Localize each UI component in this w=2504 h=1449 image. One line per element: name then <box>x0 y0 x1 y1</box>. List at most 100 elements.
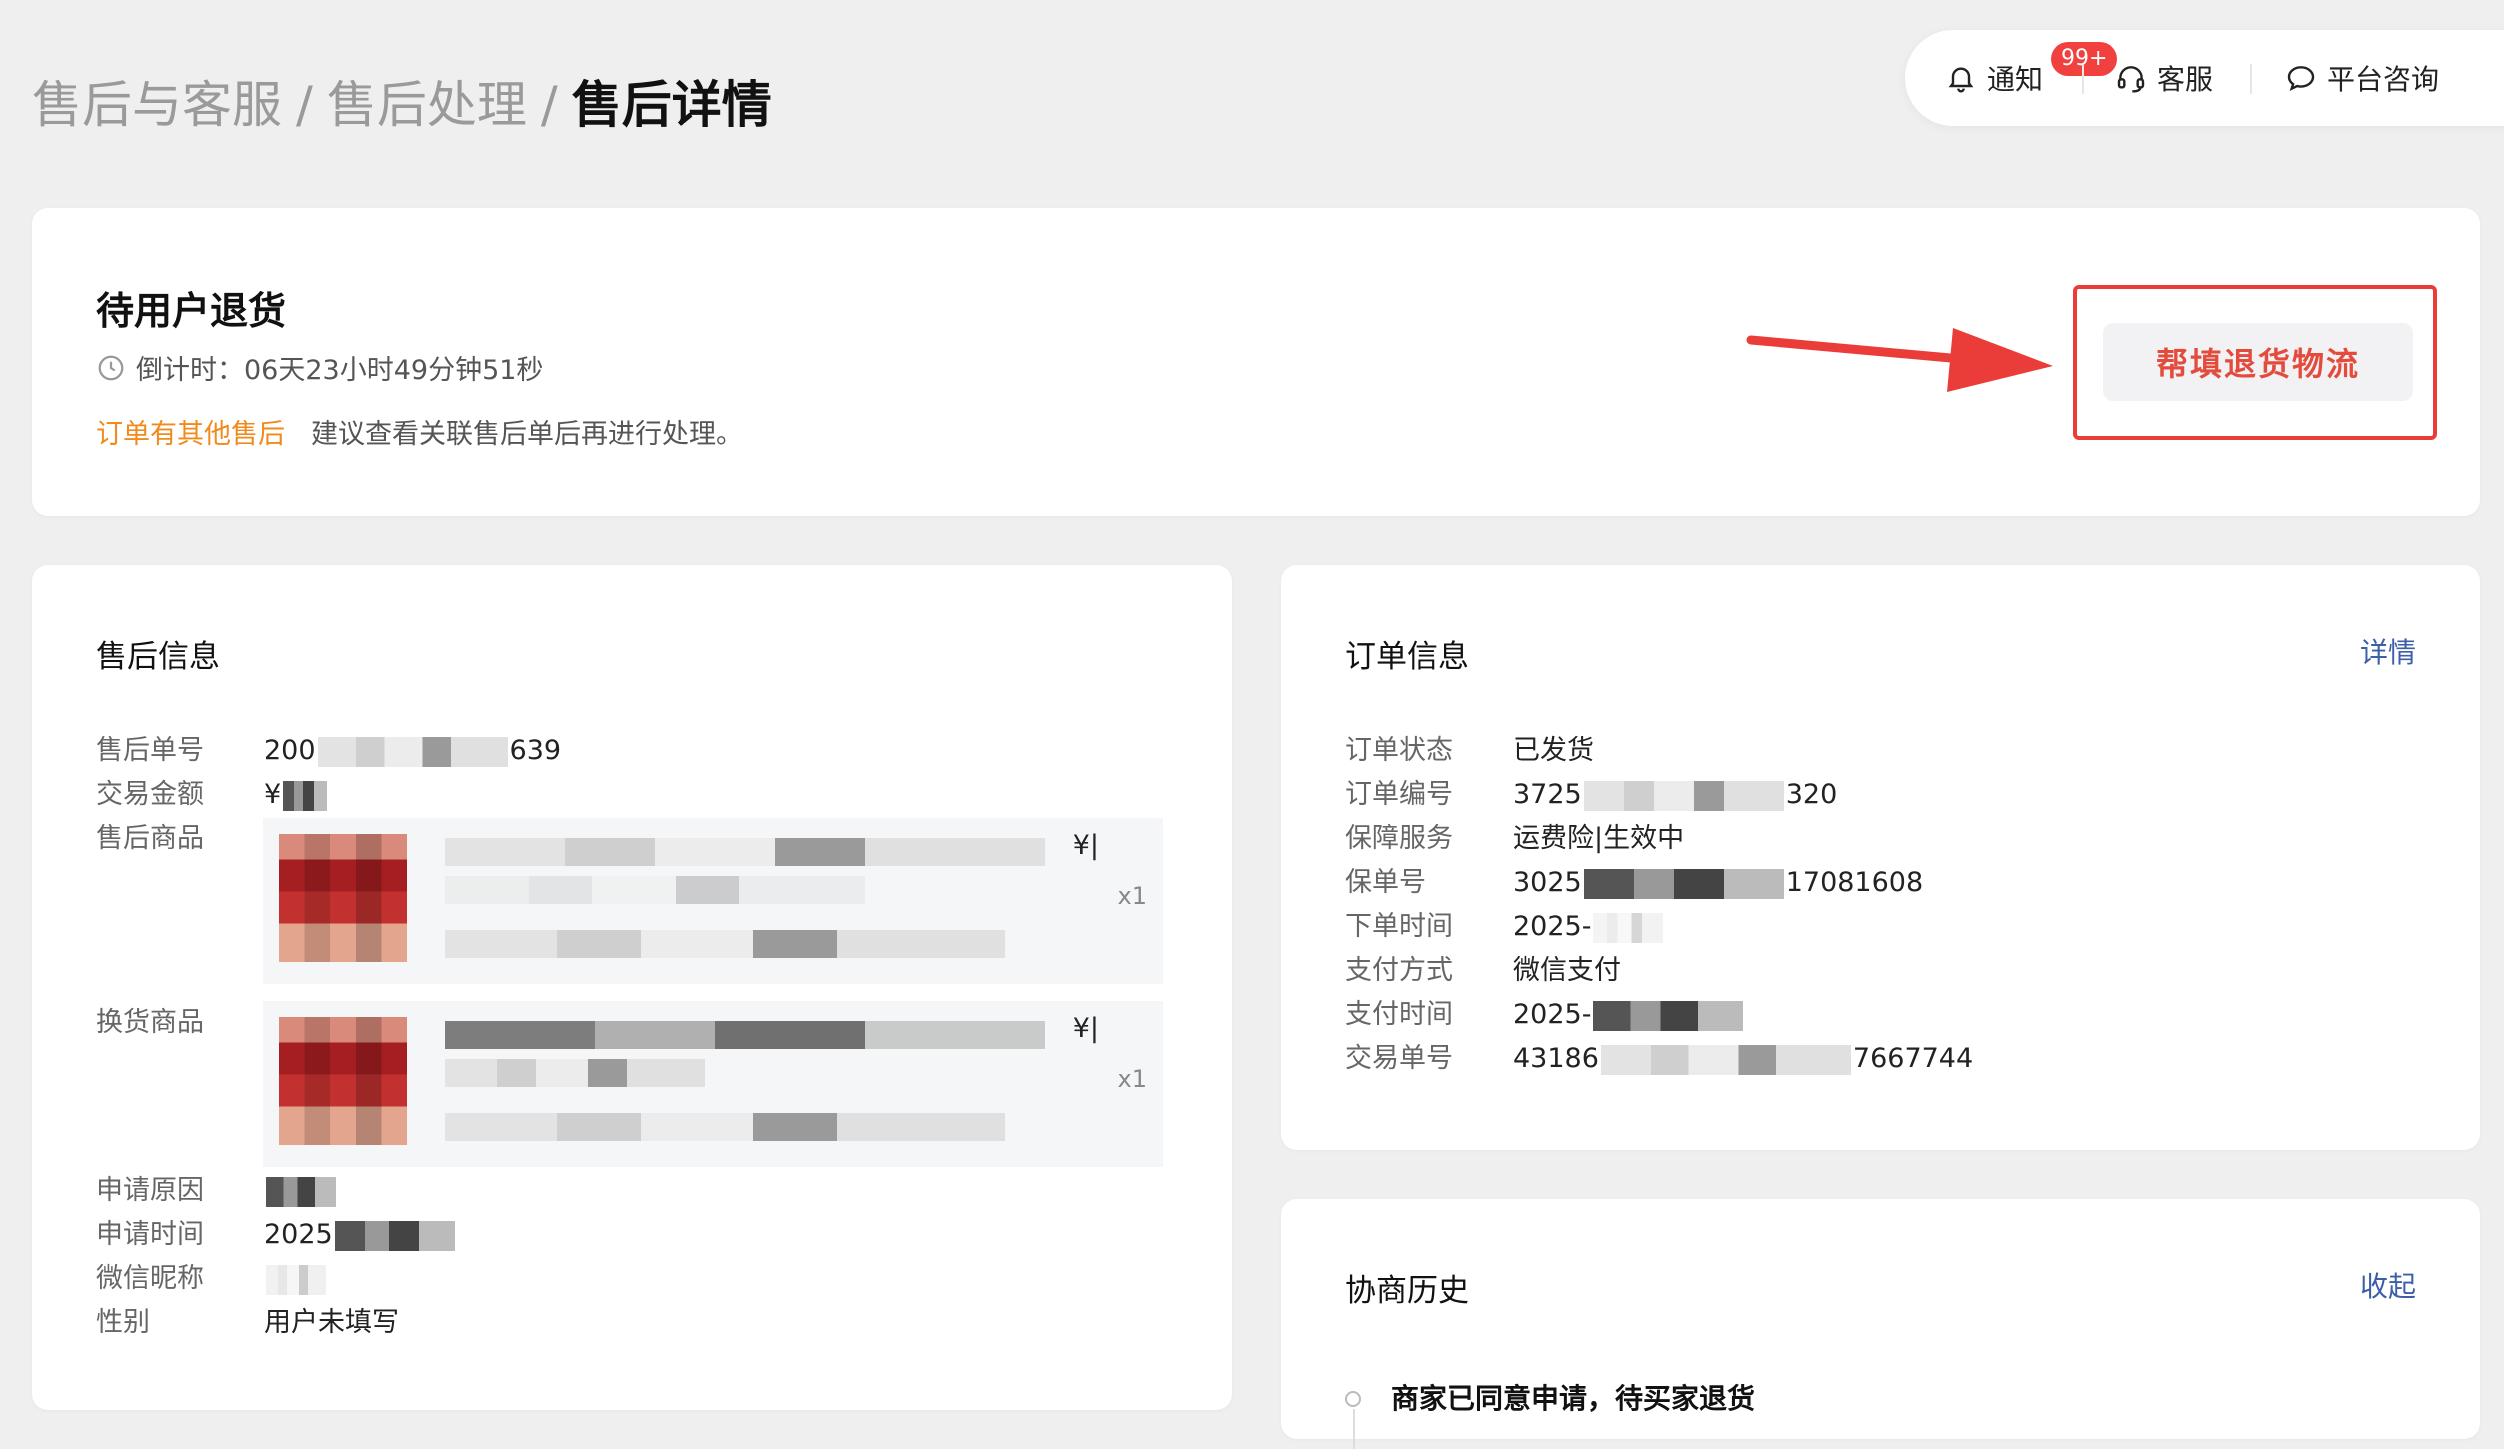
redacted-product-spec <box>445 930 1005 958</box>
protection-service-row: 保障服务 运费险|生效中 <box>1345 817 1684 861</box>
redacted-mask <box>1600 1044 1851 1075</box>
policy-number-row: 保单号 3025 17081608 <box>1345 861 1923 905</box>
aftersale-info-title: 售后信息 <box>96 639 220 675</box>
product-quantity: x1 <box>1117 882 1147 910</box>
field-label: 支付时间 <box>1345 999 1453 1030</box>
divider <box>2082 64 2084 94</box>
trade-number-row: 交易单号 43186 7667744 <box>1345 1037 1973 1081</box>
bell-icon <box>1948 67 1974 93</box>
redacted-mask <box>1583 780 1784 811</box>
customer-service-label: 客服 <box>2157 63 2214 96</box>
breadcrumb-after-sales-processing[interactable]: 售后处理 <box>327 76 527 134</box>
countdown: 倒计时：06天23小时49分钟51秒 <box>96 348 543 387</box>
order-number-row: 订单编号 3725 320 <box>1345 773 1837 817</box>
aftersale-number-row: 售后单号 200 639 <box>96 729 561 773</box>
product-quantity: x1 <box>1117 1065 1147 1093</box>
product-thumbnail <box>279 1017 407 1145</box>
order-detail-link[interactable]: 详情 <box>2360 631 2416 671</box>
negotiation-history-title: 协商历史 <box>1345 1273 1469 1309</box>
breadcrumb-separator: / <box>296 76 313 134</box>
field-label: 交易单号 <box>1345 1043 1453 1074</box>
field-label: 保障服务 <box>1345 823 1453 854</box>
field-value: 3025 17081608 <box>1513 867 1924 899</box>
order-status-row: 订单状态 已发货 <box>1345 729 1594 773</box>
field-value: ¥ <box>264 773 329 817</box>
product-price: ¥| <box>1072 830 1099 861</box>
product-price: ¥| <box>1072 1013 1099 1044</box>
exchange-product-card[interactable]: ¥| x1 <box>263 1001 1163 1167</box>
breadcrumb-after-sales-service[interactable]: 售后与客服 <box>32 76 282 134</box>
apply-time-row: 申请时间 2025 <box>96 1213 457 1257</box>
negotiation-history-card: 协商历史 收起 商家已同意申请，待买家退货 <box>1281 1199 2480 1449</box>
field-value <box>264 1257 328 1301</box>
notification-button[interactable]: 通知 99+ <box>1945 30 2118 126</box>
redacted-product-name <box>445 1021 1045 1049</box>
status-title: 待用户退货 <box>96 289 287 333</box>
history-entry: 商家已同意申请，待买家退货 <box>1391 1382 1756 1415</box>
redacted-mask <box>266 1264 326 1295</box>
annotation-arrow-icon <box>1746 328 2053 392</box>
field-value: 运费险|生效中 <box>1513 823 1685 854</box>
field-value: 43186 7667744 <box>1513 1043 1974 1075</box>
field-label: 售后单号 <box>96 735 204 766</box>
field-value: 2025 <box>264 1213 457 1257</box>
headset-icon <box>2117 66 2145 93</box>
field-value: 3725 320 <box>1513 779 1838 811</box>
collapse-link[interactable]: 收起 <box>2360 1265 2416 1305</box>
exchange-product-row: 换货商品 <box>96 1001 264 1045</box>
fill-return-logistics-button[interactable]: 帮填退货物流 <box>2103 323 2413 401</box>
redacted-mask <box>1593 1000 1744 1031</box>
redacted-mask <box>266 1176 336 1207</box>
product-thumbnail <box>279 834 407 962</box>
gender-row: 性别 用户未填写 <box>96 1301 399 1345</box>
field-label: 申请原因 <box>96 1175 204 1206</box>
redacted-product-name <box>445 838 1045 866</box>
aftersale-info-card: 售后信息 售后单号 200 639 交易金额 ¥ 售后商品 ¥| x1 换货商品 … <box>32 565 1232 1410</box>
order-time-row: 下单时间 2025- <box>1345 905 1665 949</box>
aftersale-product-row: 售后商品 <box>96 817 264 861</box>
customer-service-button[interactable]: 客服 <box>2115 30 2213 126</box>
timeline-dot-icon <box>1345 1391 1361 1407</box>
payment-time-row: 支付时间 2025- <box>1345 993 1745 1037</box>
platform-consult-button[interactable]: 平台咨询 <box>2285 30 2439 126</box>
notice-text: 建议查看关联售后单后再进行处理。 <box>311 419 743 450</box>
field-label: 订单编号 <box>1345 779 1453 810</box>
field-value: 2025- <box>1513 993 1745 1037</box>
field-value: 用户未填写 <box>264 1307 399 1338</box>
redacted-mask <box>334 1220 455 1251</box>
field-label: 性别 <box>96 1307 150 1338</box>
page-title: 售后详情 <box>571 76 772 134</box>
field-label: 售后商品 <box>96 823 204 854</box>
redacted-product-spec <box>445 1113 1005 1141</box>
field-label: 订单状态 <box>1345 735 1453 766</box>
field-value <box>264 1169 338 1213</box>
field-value: 已发货 <box>1513 735 1594 766</box>
field-label: 保单号 <box>1345 867 1426 898</box>
divider <box>2250 64 2252 94</box>
notification-badge: 99+ <box>2051 42 2118 76</box>
redacted-mask <box>283 780 328 811</box>
order-info-title: 订单信息 <box>1345 639 1469 675</box>
breadcrumb-separator: / <box>540 76 558 134</box>
timeline-line <box>1353 1409 1355 1449</box>
field-value: 2025- <box>1513 905 1665 949</box>
redacted-mask <box>1583 868 1784 899</box>
field-value: 200 639 <box>264 735 562 767</box>
wechat-nickname-row: 微信昵称 <box>96 1257 328 1301</box>
breadcrumb: 售后与客服 / 售后处理 / 售后详情 <box>32 70 772 140</box>
aftersale-product-card[interactable]: ¥| x1 <box>263 818 1163 984</box>
apply-reason-row: 申请原因 <box>96 1169 338 1213</box>
other-aftersale-link[interactable]: 订单有其他售后 <box>96 419 285 450</box>
redacted-product-name <box>445 1059 705 1087</box>
payment-method-row: 支付方式 微信支付 <box>1345 949 1621 993</box>
trade-amount-row: 交易金额 ¥ <box>96 773 329 817</box>
field-label: 换货商品 <box>96 1007 204 1038</box>
order-info-card: 订单信息 详情 订单状态 已发货 订单编号 3725 320 保障服务 运费险|生… <box>1281 565 2480 1150</box>
notification-label: 通知 <box>1987 63 2044 96</box>
field-label: 下单时间 <box>1345 911 1453 942</box>
notice: 订单有其他售后 建议查看关联售后单后再进行处理。 <box>96 412 743 451</box>
platform-consult-label: 平台咨询 <box>2327 63 2440 96</box>
redacted-mask <box>317 736 508 767</box>
field-label: 支付方式 <box>1345 955 1453 986</box>
countdown-text: 倒计时：06天23小时49分钟51秒 <box>136 355 544 386</box>
